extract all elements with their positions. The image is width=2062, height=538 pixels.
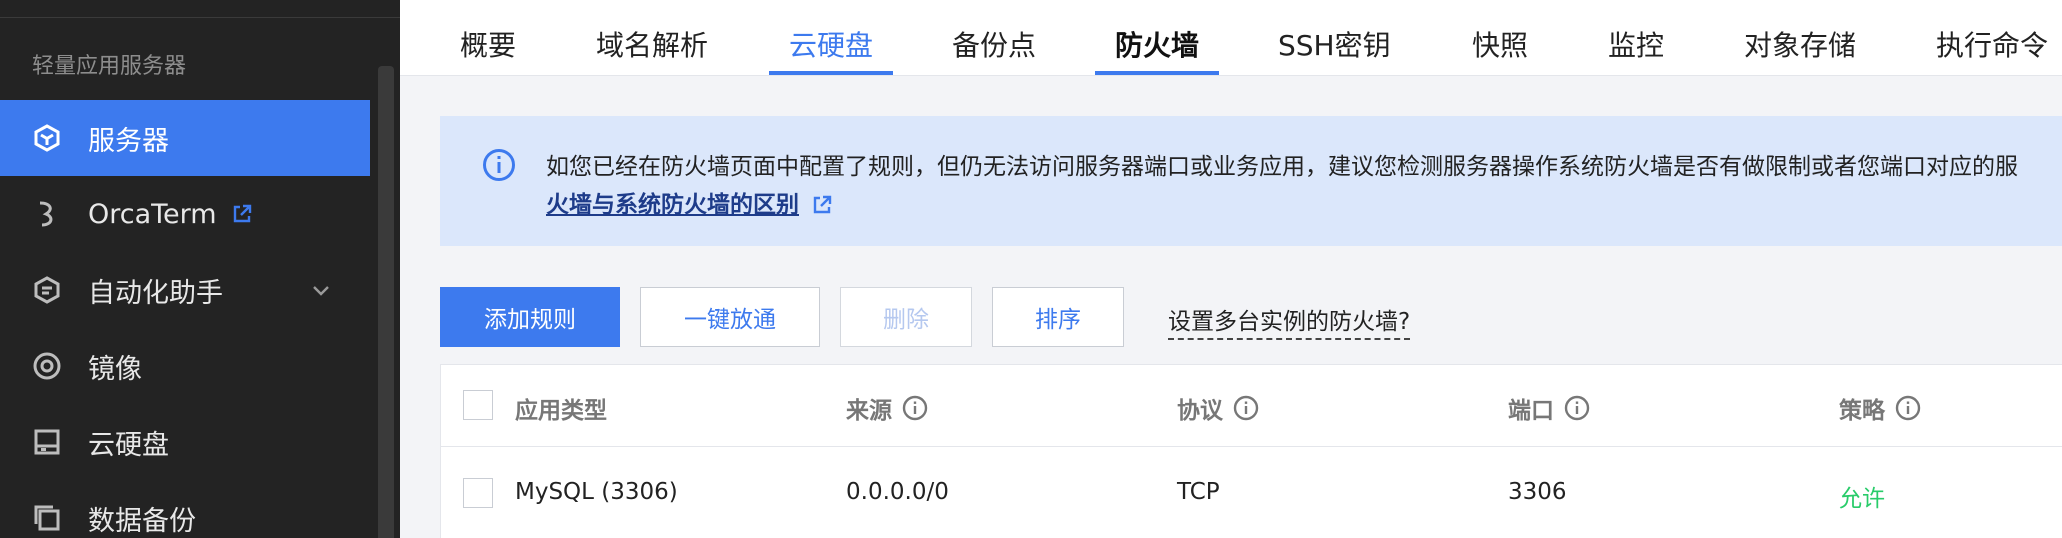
tab-firewall[interactable]: 防火墙 — [1115, 24, 1199, 76]
info-icon[interactable] — [1895, 395, 1921, 421]
multi-instance-firewall-link[interactable]: 设置多台实例的防火墙? — [1168, 302, 1411, 340]
table-header: 应用类型 来源 协议 端口 策略 — [441, 365, 2062, 447]
automation-icon — [32, 275, 62, 305]
column-header-app-type: 应用类型 — [515, 391, 607, 425]
info-icon[interactable] — [1564, 395, 1590, 421]
notice-link[interactable]: 火墙与系统防火墙的区别 — [546, 186, 833, 224]
notice-link-label: 火墙与系统防火墙的区别 — [546, 192, 799, 218]
add-rule-button[interactable]: 添加规则 — [440, 287, 620, 347]
info-icon[interactable] — [902, 395, 928, 421]
tab-bar: 概要 域名解析 云硬盘 备份点 防火墙 SSH密钥 快照 监控 对象存储 执行命… — [400, 0, 2062, 76]
tab-snapshot[interactable]: 快照 — [1472, 24, 1528, 76]
tab-object-storage[interactable]: 对象存储 — [1744, 24, 1856, 76]
tab-active-indicator — [1095, 71, 1219, 75]
notice-text: 如您已经在防火墙页面中配置了规则，但仍无法访问服务器端口或业务应用，建议您检测服… — [546, 154, 2018, 180]
tab-overview[interactable]: 概要 — [460, 24, 516, 76]
tab-backup-point[interactable]: 备份点 — [952, 24, 1036, 76]
firewall-rules-table: 应用类型 来源 协议 端口 策略 MySQL (3306) 0.0.0.0/0 … — [440, 364, 2062, 538]
cell-port: 3306 — [1508, 479, 1567, 505]
sidebar-scrollbar[interactable] — [378, 66, 394, 538]
column-header-source: 来源 — [846, 391, 928, 425]
tab-cloud-disk[interactable]: 云硬盘 — [789, 24, 873, 76]
select-all-checkbox[interactable] — [463, 390, 493, 420]
sidebar-item-label: 云硬盘 — [88, 429, 169, 461]
external-link-icon — [813, 195, 832, 214]
sidebar-item-server[interactable]: 服务器 — [0, 100, 370, 176]
tab-monitor[interactable]: 监控 — [1608, 24, 1664, 76]
delete-button[interactable]: 删除 — [840, 287, 972, 347]
tab-hover-indicator — [769, 71, 893, 75]
sidebar-item-automation[interactable]: 自动化助手 — [0, 252, 370, 328]
cell-app-type: MySQL (3306) — [515, 479, 678, 505]
sidebar-section-title: 轻量应用服务器 — [32, 54, 187, 79]
row-checkbox[interactable] — [463, 478, 493, 508]
cell-protocol: TCP — [1177, 479, 1220, 505]
main-content: 概要 域名解析 云硬盘 备份点 防火墙 SSH密钥 快照 监控 对象存储 执行命… — [400, 0, 2062, 538]
column-header-label: 协议 — [1177, 398, 1223, 424]
column-header-protocol: 协议 — [1177, 391, 1259, 425]
info-icon[interactable] — [1233, 395, 1259, 421]
sidebar-item-label: 服务器 — [88, 125, 169, 157]
sidebar-item-label: 自动化助手 — [88, 277, 223, 309]
tab-run-command[interactable]: 执行命令 — [1936, 24, 2048, 76]
column-header-label: 来源 — [846, 398, 892, 424]
sidebar: 轻量应用服务器 服务器 OrcaTerm 自动化助手 镜像 云硬盘 数据备份 — [0, 0, 400, 538]
info-notice: 如您已经在防火墙页面中配置了规则，但仍无法访问服务器端口或业务应用，建议您检测服… — [440, 116, 2062, 246]
backup-icon — [32, 503, 62, 533]
tab-dns[interactable]: 域名解析 — [596, 24, 708, 76]
sidebar-item-image[interactable]: 镜像 — [0, 328, 370, 404]
column-header-label: 策略 — [1839, 398, 1885, 424]
column-header-policy: 策略 — [1839, 391, 1921, 425]
sidebar-item-backup[interactable]: 数据备份 — [0, 480, 370, 538]
one-click-open-button[interactable]: 一键放通 — [640, 287, 820, 347]
info-icon — [483, 149, 515, 181]
chevron-down-icon[interactable] — [310, 279, 332, 301]
image-disc-icon — [32, 351, 62, 381]
sidebar-item-label: OrcaTerm — [88, 198, 217, 230]
cell-source: 0.0.0.0/0 — [846, 479, 949, 505]
column-header-port: 端口 — [1508, 391, 1590, 425]
sidebar-item-label: 数据备份 — [88, 505, 196, 537]
sidebar-item-label: 镜像 — [88, 353, 142, 385]
column-header-label: 应用类型 — [515, 398, 607, 424]
external-link-icon — [233, 204, 251, 223]
column-header-label: 端口 — [1508, 398, 1554, 424]
sidebar-item-cloud-disk[interactable]: 云硬盘 — [0, 404, 370, 480]
sort-button[interactable]: 排序 — [992, 287, 1124, 347]
server-cube-icon — [32, 123, 62, 153]
orcaterm-icon — [32, 199, 62, 229]
sidebar-item-orcaterm[interactable]: OrcaTerm — [0, 176, 370, 252]
cloud-disk-icon — [32, 427, 62, 457]
cell-policy: 允许 — [1839, 486, 1885, 512]
sidebar-top-divider — [0, 0, 400, 18]
tab-ssh-key[interactable]: SSH密钥 — [1278, 24, 1391, 76]
